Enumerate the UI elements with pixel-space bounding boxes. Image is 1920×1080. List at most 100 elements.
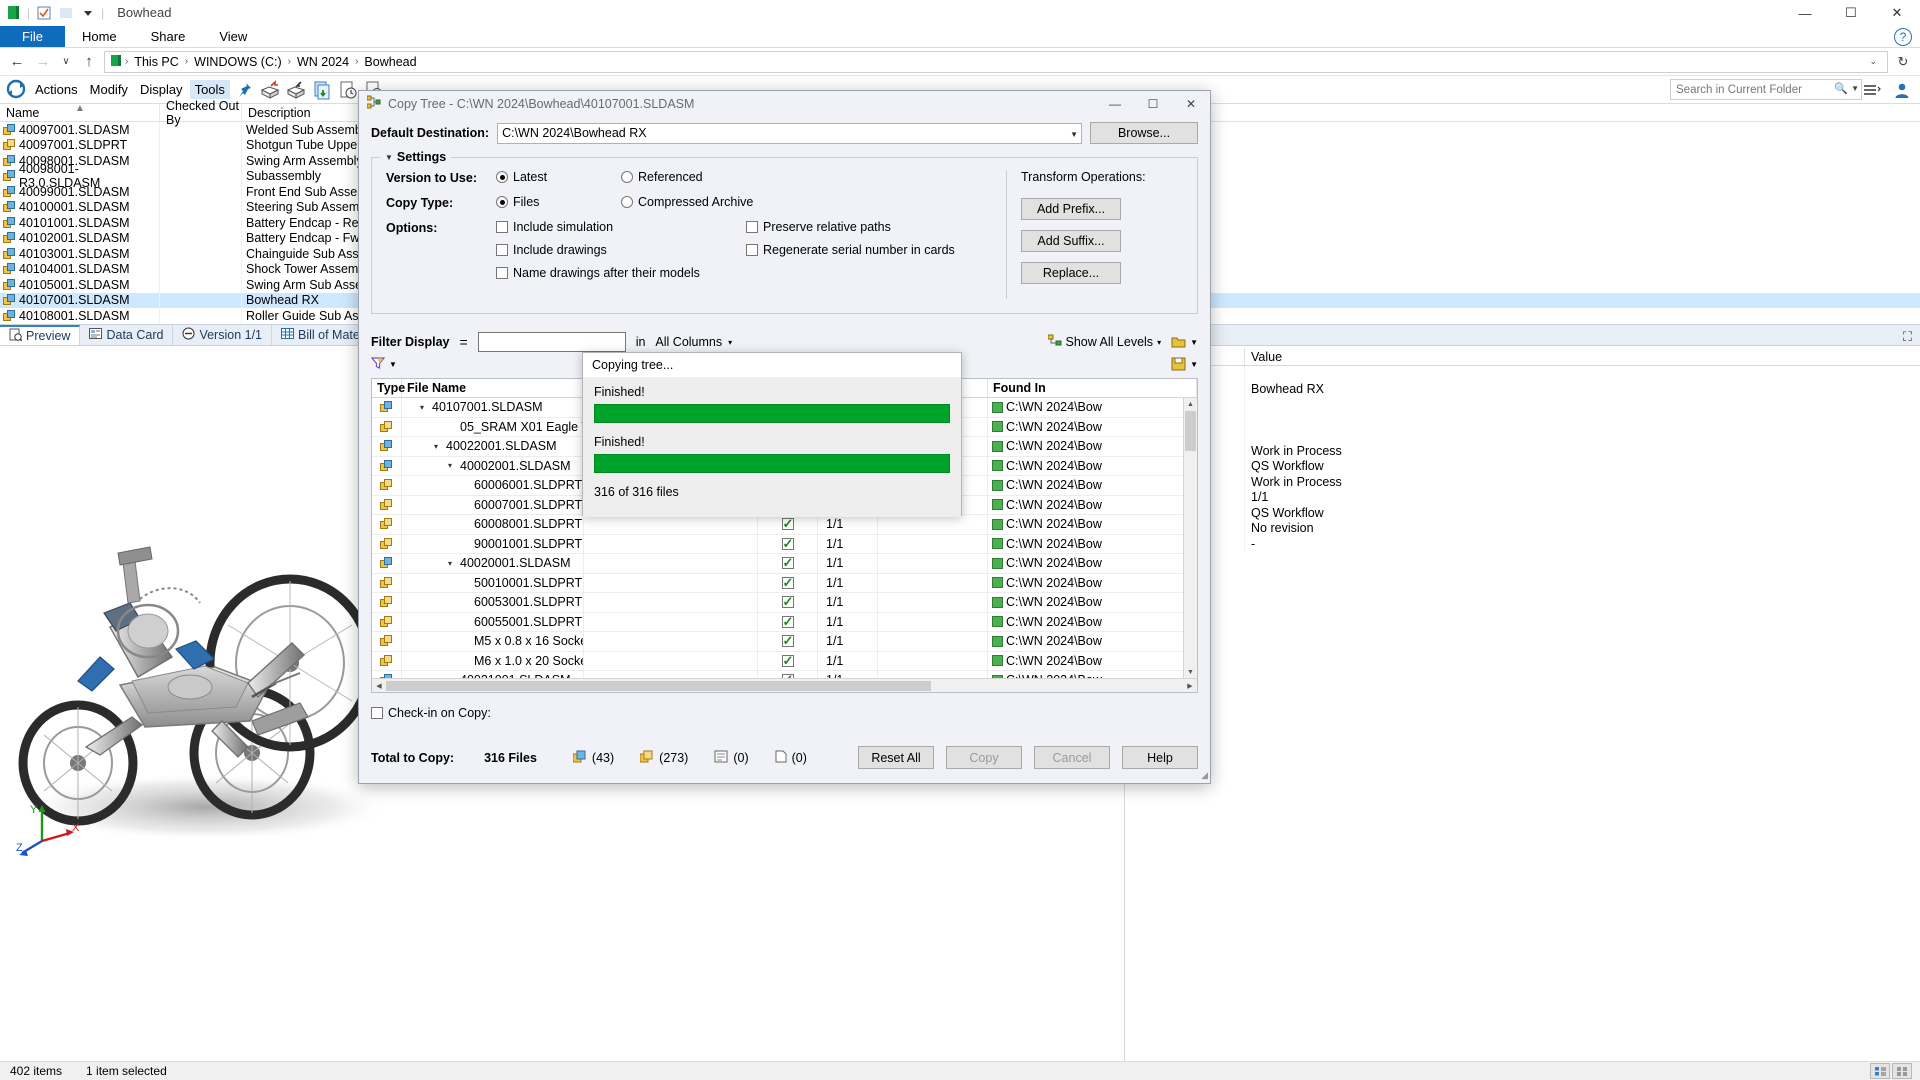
tree-row[interactable]: M5 x 0.8 x 16 Socket ...1/1C:\WN 2024\Bo… [372, 632, 1197, 652]
version-option-latest[interactable]: Latest [496, 170, 621, 184]
filter-column-scope[interactable]: All Columns ▾ [655, 335, 732, 349]
horizontal-scroll-thumb[interactable] [386, 681, 931, 691]
scroll-right-icon[interactable]: ▶ [1183, 682, 1197, 690]
expand-caret-icon[interactable]: ▾ [420, 403, 429, 412]
tree-row[interactable]: 60008001.SLDPRT1/1C:\WN 2024\Bow [372, 515, 1197, 535]
tree-row-copy-checkbox[interactable] [758, 554, 818, 574]
search-input[interactable]: Search in Current Folder [1670, 79, 1862, 100]
option-preserve-relative-paths[interactable]: Preserve relative paths [746, 220, 1006, 234]
reset-all-button[interactable]: Reset All [858, 746, 934, 769]
recent-locations-button[interactable]: ∨ [58, 51, 74, 73]
breadcrumb[interactable]: › This PC › WINDOWS (C:) › WN 2024 › Bow… [104, 51, 1888, 73]
radio-archive-icon[interactable] [621, 196, 633, 208]
get-version-icon[interactable] [336, 78, 360, 102]
new-folder-icon[interactable] [57, 4, 74, 21]
radio-files-icon[interactable] [496, 196, 508, 208]
checkbox-checked-icon[interactable] [782, 538, 794, 550]
cancel-button[interactable]: Cancel [1034, 746, 1110, 769]
open-settings-button[interactable]: ▼ [1171, 335, 1198, 349]
breadcrumb-bowhead[interactable]: Bowhead [361, 55, 419, 69]
checkbox-checked-icon[interactable] [782, 577, 794, 589]
tree-row-copy-checkbox[interactable] [758, 593, 818, 613]
tree-col-found-in[interactable]: Found In [988, 379, 1197, 397]
copy-type-files[interactable]: Files [496, 195, 621, 209]
column-header-checked-out-by[interactable]: Checked Out By [160, 104, 242, 121]
pdm-refresh-icon[interactable] [4, 78, 28, 102]
details-view-icon[interactable] [1870, 1063, 1890, 1079]
checkbox-include-simulation-icon[interactable] [496, 221, 508, 233]
checkbox-checked-icon[interactable] [782, 557, 794, 569]
tree-horizontal-scrollbar[interactable]: ◀ ▶ [372, 678, 1197, 692]
breadcrumb-this-pc[interactable]: This PC [131, 55, 181, 69]
minimize-button[interactable]: — [1782, 0, 1828, 26]
close-button[interactable]: ✕ [1874, 0, 1920, 26]
destination-dropdown-icon[interactable]: ▼ [1070, 130, 1078, 139]
forward-button[interactable]: → [32, 51, 54, 73]
help-button[interactable]: Help [1122, 746, 1198, 769]
pdm-menu-actions[interactable]: Actions [30, 80, 83, 99]
scroll-left-icon[interactable]: ◀ [372, 682, 386, 690]
user-account-icon[interactable] [1890, 79, 1914, 103]
filter-input[interactable] [478, 332, 626, 352]
browse-button[interactable]: Browse... [1090, 122, 1198, 144]
resize-grip-icon[interactable]: ◢ [1201, 770, 1208, 781]
tree-row-copy-checkbox[interactable] [758, 632, 818, 652]
scroll-down-icon[interactable]: ▼ [1185, 666, 1196, 678]
check-out-icon[interactable] [258, 78, 282, 102]
checkbox-checked-icon[interactable] [782, 518, 794, 530]
ribbon-tab-home[interactable]: Home [65, 26, 134, 47]
tree-row[interactable]: 60053001.SLDPRT1/1C:\WN 2024\Bow [372, 593, 1197, 613]
tree-row[interactable]: 50010001.SLDPRT1/1C:\WN 2024\Bow [372, 574, 1197, 594]
ribbon-tab-file[interactable]: File [0, 26, 65, 47]
option-regenerate-serial-number[interactable]: Regenerate serial number in cards [746, 243, 1006, 257]
filter-icon[interactable] [371, 356, 385, 373]
tree-row[interactable]: 90001001.SLDPRT1/1C:\WN 2024\Bow [372, 535, 1197, 555]
refresh-button[interactable]: ↻ [1892, 51, 1914, 73]
expand-caret-icon[interactable]: ▾ [448, 461, 457, 470]
add-prefix-button[interactable]: Add Prefix... [1021, 198, 1121, 220]
option-include-drawings[interactable]: Include drawings [496, 243, 746, 257]
checkbox-name-drawings-icon[interactable] [496, 267, 508, 279]
checkbox-checked-icon[interactable] [782, 596, 794, 608]
list-options-icon[interactable] [1860, 79, 1884, 103]
tree-row[interactable]: M6 x 1.0 x 20 Socket ...1/1C:\WN 2024\Bo… [372, 652, 1197, 672]
radio-latest-icon[interactable] [496, 171, 508, 183]
breadcrumb-wn-2024[interactable]: WN 2024 [294, 55, 352, 69]
option-include-simulation[interactable]: Include simulation [496, 220, 746, 234]
get-latest-icon[interactable] [310, 78, 334, 102]
save-settings-button[interactable]: ▼ [1171, 357, 1198, 371]
dialog-minimize-button[interactable]: — [1096, 91, 1134, 117]
option-name-drawings-after-models[interactable]: Name drawings after their models [496, 266, 746, 280]
version-option-referenced[interactable]: Referenced [621, 170, 846, 184]
ribbon-tab-share[interactable]: Share [134, 26, 203, 47]
pdm-menu-modify[interactable]: Modify [85, 80, 133, 99]
chevron-down-icon[interactable] [79, 4, 96, 21]
up-button[interactable]: ↑ [78, 51, 100, 73]
copy-type-compressed-archive[interactable]: Compressed Archive [621, 195, 846, 209]
replace-button[interactable]: Replace... [1021, 262, 1121, 284]
tree-row-copy-checkbox[interactable] [758, 652, 818, 672]
tree-row-copy-checkbox[interactable] [758, 574, 818, 594]
tree-row[interactable]: ▾40020001.SLDASM1/1C:\WN 2024\Bow [372, 554, 1197, 574]
tree-row[interactable]: 60055001.SLDPRT1/1C:\WN 2024\Bow [372, 613, 1197, 633]
checkbox-preserve-paths-icon[interactable] [746, 221, 758, 233]
tree-vertical-scrollbar[interactable]: ▲ ▼ [1183, 398, 1197, 678]
destination-input[interactable]: C:\WN 2024\Bowhead RX ▼ [497, 123, 1082, 144]
ribbon-tab-view[interactable]: View [202, 26, 264, 47]
tree-row-copy-checkbox[interactable] [758, 613, 818, 633]
check-in-icon[interactable] [284, 78, 308, 102]
expand-caret-icon[interactable]: ▾ [434, 442, 443, 451]
expand-caret-icon[interactable]: ▾ [448, 559, 457, 568]
pdm-menu-tools[interactable]: Tools [190, 80, 230, 99]
tree-col-type[interactable]: Type [372, 379, 402, 397]
large-icons-view-icon[interactable] [1892, 1063, 1912, 1079]
breadcrumb-dropdown-icon[interactable]: ⌄ [1863, 56, 1883, 67]
tree-col-file-name[interactable]: File Name [402, 379, 584, 397]
copy-button[interactable]: Copy [946, 746, 1022, 769]
scroll-up-icon[interactable]: ▲ [1185, 398, 1196, 410]
filter-chevron-icon[interactable]: ▼ [389, 360, 397, 369]
tab-data-card[interactable]: Data Card [80, 325, 173, 345]
radio-referenced-icon[interactable] [621, 171, 633, 183]
expand-icon[interactable]: ⛶ [1903, 329, 1912, 345]
checkbox-regenerate-serial-icon[interactable] [746, 244, 758, 256]
